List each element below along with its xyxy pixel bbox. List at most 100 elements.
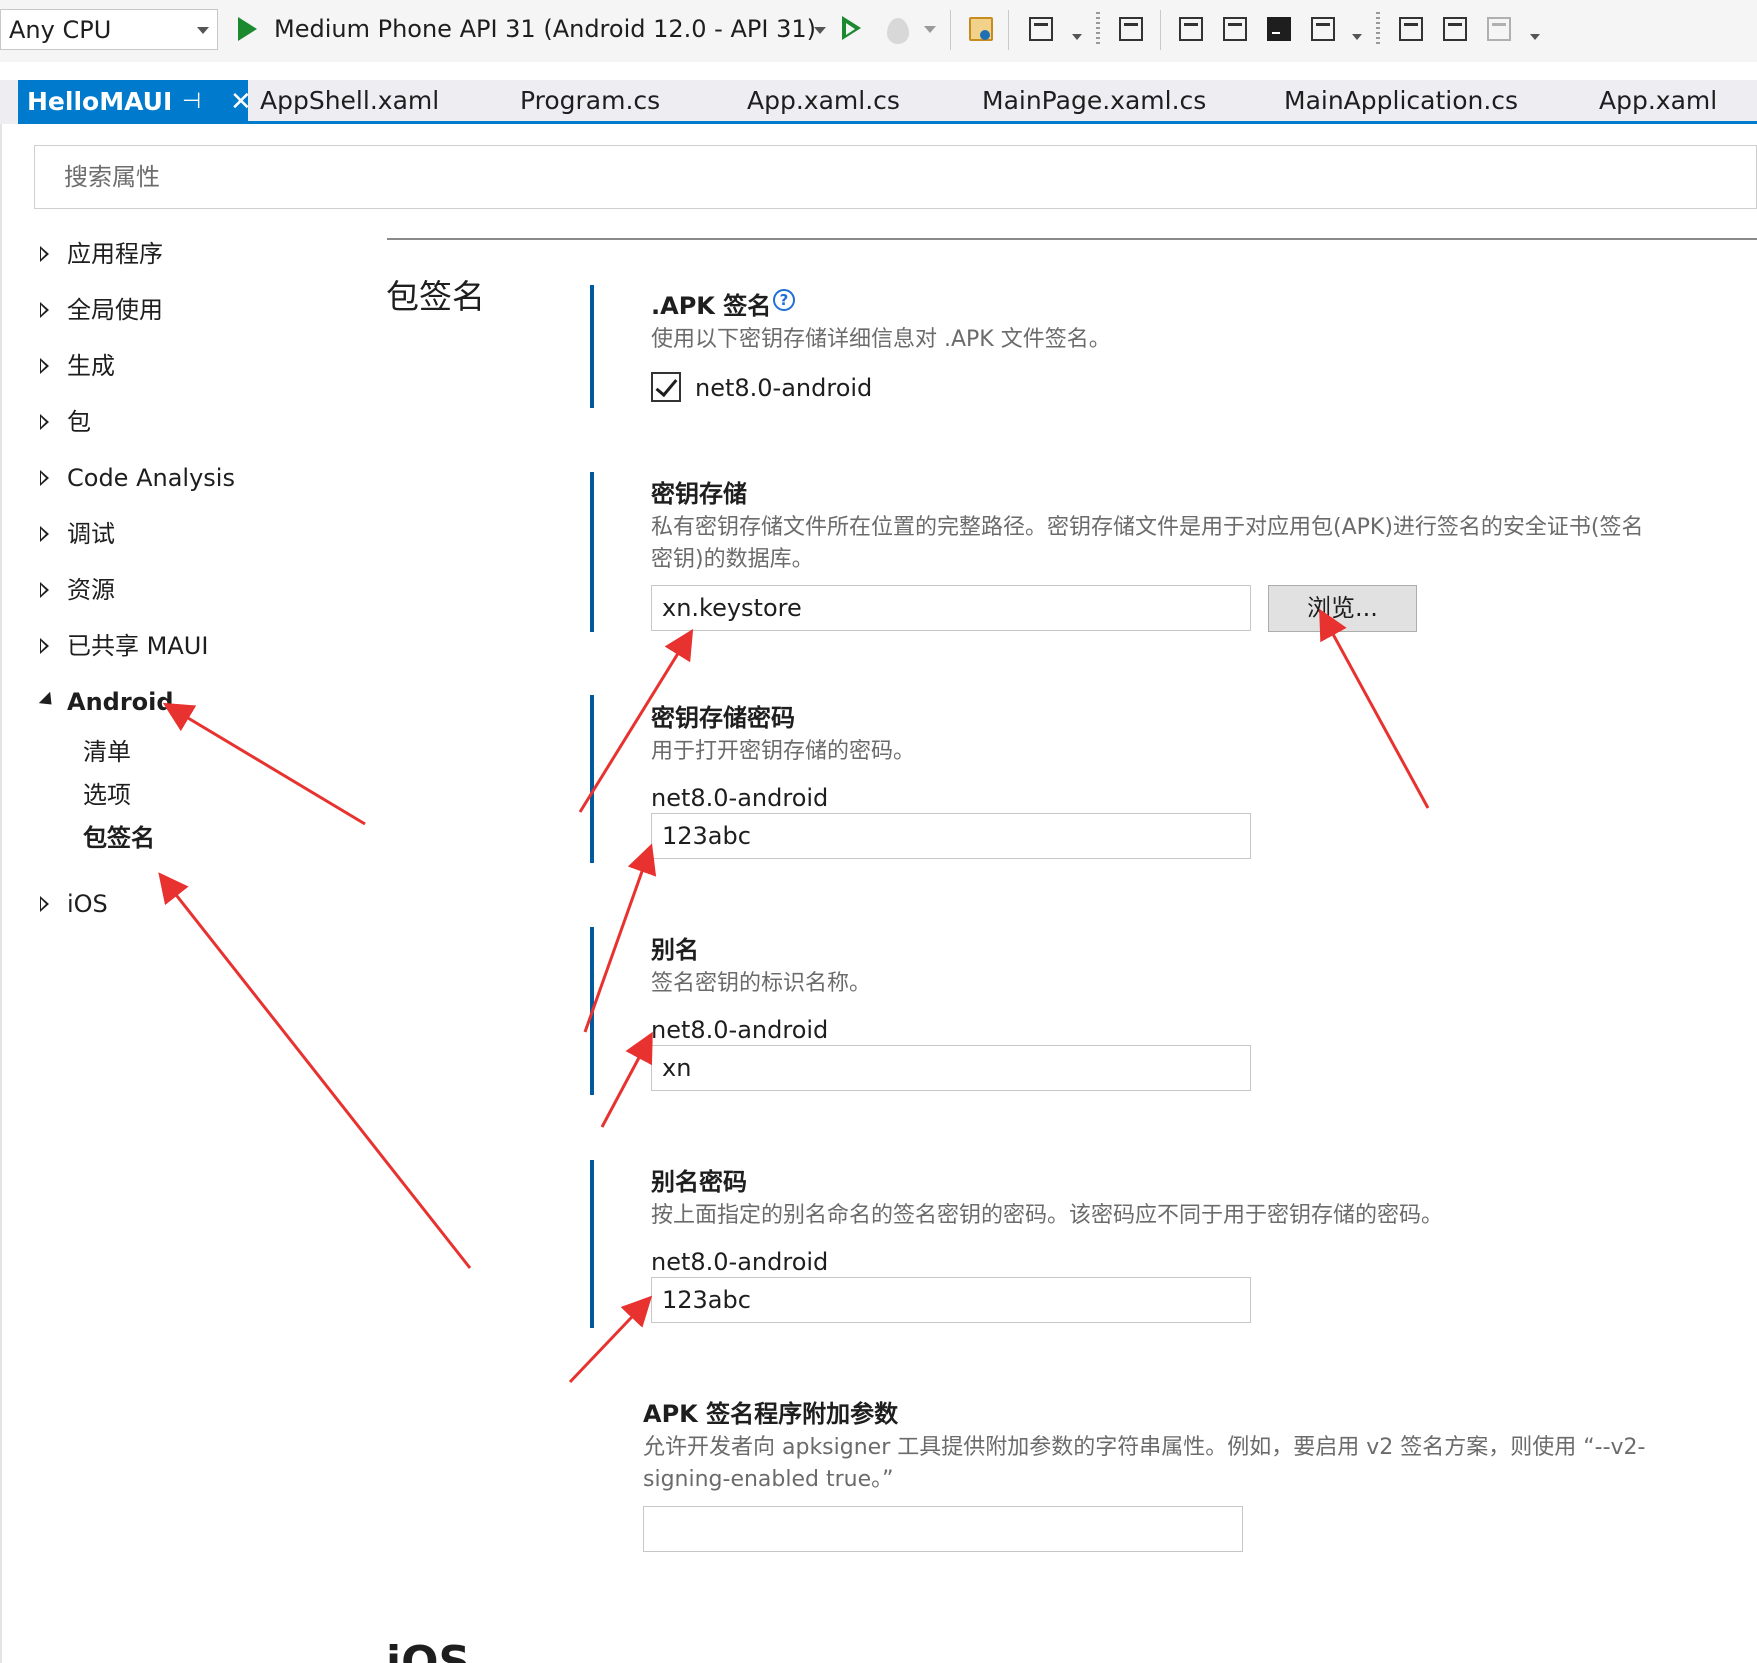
pin-icon[interactable]: ⊣ [182,80,201,124]
expand-icon [40,246,49,262]
chevron-down-icon [197,27,209,34]
window-edge [0,124,2,1663]
chevron-down-icon[interactable] [1530,34,1540,40]
apk-sign-title: .APK 签名 [651,292,772,320]
section-divider [387,238,1757,240]
keystore-input[interactable] [652,586,1250,630]
nav-item-label: Android [67,688,174,716]
browse-button[interactable]: 浏览... [1268,585,1417,632]
expand-icon [40,582,49,598]
apk-sign-description: 使用以下密钥存储详细信息对 .APK 文件签名。 [651,327,1111,352]
property-group-bar [590,927,594,1095]
alias-field [651,1045,1251,1091]
tab-program-cs[interactable]: Program.cs [520,80,660,121]
tab-label: HelloMAUI [27,87,173,116]
apksigner-args-description: 允许开发者向 apksigner 工具提供附加参数的字符串属性。例如，要启用 v… [643,1435,1646,1492]
monitor-icon[interactable] [1396,14,1426,44]
toolbar-grip [1376,12,1380,46]
nav-item-label: 已共享 MAUI [67,632,209,660]
package-icon[interactable] [1220,14,1250,44]
annotation-arrow [583,843,657,1033]
expand-icon [40,526,49,542]
keystore-password-input[interactable] [652,814,1250,858]
hot-reload-dropdown-icon[interactable] [922,12,938,48]
device-arrow-icon[interactable] [1176,14,1206,44]
window-icon[interactable] [1026,14,1056,44]
terminal-icon[interactable] [1264,14,1294,44]
platform-value: Any CPU [9,16,112,44]
play-outline-icon[interactable] [838,12,868,48]
tab-underline [18,121,1757,124]
device-copy-icon[interactable] [1116,14,1146,44]
panel-icon[interactable] [1440,14,1470,44]
annotation-arrow [600,1031,653,1128]
expand-icon [40,638,49,654]
nav-item-shared-maui[interactable]: 已共享 MAUI [36,626,336,666]
play-icon [238,17,257,41]
nav-item-application[interactable]: 应用程序 [36,234,336,274]
expand-icon [40,470,49,486]
run-target-label: Medium Phone API 31 (Android 12.0 - API … [274,15,816,43]
search-input[interactable] [35,146,1756,208]
close-icon[interactable]: ✕ [230,80,252,124]
layout-icon[interactable] [1308,14,1338,44]
chevron-down-icon[interactable] [1072,34,1082,40]
toolbar-grip [1096,12,1100,46]
section-title: 包签名 [386,277,485,316]
annotation-arrow [158,872,472,1269]
alias-password-input[interactable] [652,1278,1250,1322]
nav-item-debug[interactable]: 调试 [36,514,336,554]
apk-sign-checkbox[interactable] [651,372,681,402]
nav-subitem-options[interactable]: 选项 [83,777,131,813]
alias-label: net8.0-android [651,1016,829,1044]
tab-app-xaml[interactable]: App.xaml [1599,80,1717,121]
folder-search-icon[interactable] [966,14,996,44]
apksigner-args-title: APK 签名程序附加参数 [643,1400,899,1428]
nav-item-label: 资源 [67,576,115,604]
tab-app-xaml-cs[interactable]: App.xaml.cs [747,80,900,121]
annotation-arrow [568,1295,653,1384]
nav-subitem-manifest[interactable]: 清单 [83,734,131,770]
alias-description: 签名密钥的标识名称。 [651,971,872,996]
platform-dropdown[interactable]: Any CPU [0,9,218,50]
apksigner-args-input[interactable] [644,1507,1242,1551]
search-properties [34,145,1757,209]
nav-item-ios[interactable]: iOS [36,884,336,924]
nav-item-label: 调试 [67,520,115,548]
tab-mainpage-xaml-cs[interactable]: MainPage.xaml.cs [982,80,1206,121]
nav-item-label: iOS [67,890,108,918]
property-group-bar [590,285,594,408]
chevron-down-icon[interactable] [1352,34,1362,40]
annotation-arrow [162,702,366,826]
nav-item-android[interactable]: Android [36,682,336,722]
nav-item-label: 应用程序 [67,240,163,268]
keystore-description: 私有密钥存储文件所在位置的完整路径。密钥存储文件是用于对应用包(APK)进行签名… [651,515,1644,572]
keystore-password-title: 密钥存储密码 [651,704,795,732]
nav-item-resources[interactable]: 资源 [36,570,336,610]
alias-input[interactable] [652,1046,1250,1090]
expand-icon [40,358,49,374]
expand-icon [40,896,49,912]
tab-mainapplication-cs[interactable]: MainApplication.cs [1284,80,1518,121]
next-section-title: iOS [386,1643,470,1663]
alias-password-description: 按上面指定的别名命名的签名密钥的密码。该密码应不同于用于密钥存储的密码。 [651,1203,1444,1228]
nav-subitem-package-signing[interactable]: 包签名 [83,820,155,856]
tab-appshell-xaml[interactable]: AppShell.xaml [260,80,439,121]
property-group-bar [590,695,594,863]
nav-item-global-usings[interactable]: 全局使用 [36,290,336,330]
tab-hellomaui[interactable]: HelloMAUI ⊣ ✕ [18,80,252,124]
nav-item-label: 全局使用 [67,296,163,324]
document-tabs: HelloMAUI ⊣ ✕ AppShell.xaml Program.cs A… [0,80,1757,124]
apksigner-args-field [643,1506,1243,1552]
keystore-field [651,585,1251,631]
nav-item-build[interactable]: 生成 [36,346,336,386]
keystore-password-description: 用于打开密钥存储的密码。 [651,739,916,764]
hot-reload-icon[interactable] [884,12,912,48]
keystore-password-label: net8.0-android [651,784,829,812]
nav-item-package[interactable]: 包 [36,402,336,442]
nav-item-code-analysis[interactable]: Code Analysis [36,458,336,498]
run-target-button[interactable]: Medium Phone API 31 (Android 12.0 - API … [236,9,826,50]
alias-password-label: net8.0-android [651,1248,829,1276]
help-icon[interactable]: ? [773,289,795,311]
property-group-bar [590,1160,594,1328]
